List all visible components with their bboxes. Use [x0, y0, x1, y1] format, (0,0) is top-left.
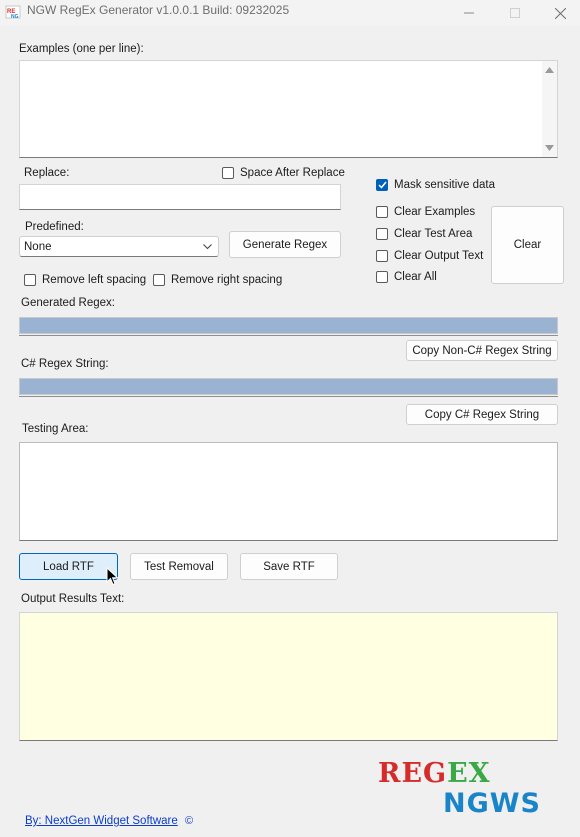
divider: [19, 335, 558, 336]
space-after-replace-label: Space After Replace: [240, 167, 345, 179]
load-rtf-button[interactable]: Load RTF: [19, 553, 118, 580]
predefined-select[interactable]: None: [19, 236, 219, 257]
predefined-selected-value: None: [24, 240, 52, 253]
app-icon: RE NG: [5, 5, 21, 20]
remove-left-spacing-checkbox[interactable]: Remove left spacing: [24, 274, 146, 286]
svg-text:NG: NG: [11, 14, 19, 20]
footer-credit: By: NextGen Widget Software ©: [25, 815, 193, 827]
close-icon: [554, 7, 566, 19]
output-results-textbox[interactable]: [19, 612, 558, 741]
minimize-icon: [464, 12, 474, 14]
examples-textbox[interactable]: [19, 60, 558, 158]
maximize-icon: [510, 8, 520, 18]
ngws-logo: NGWS: [443, 788, 541, 819]
mouse-cursor-icon: [106, 567, 119, 586]
csharp-regex-field[interactable]: [19, 378, 558, 395]
examples-scrollbar[interactable]: [542, 61, 557, 157]
checkbox-box[interactable]: [222, 167, 234, 179]
checkbox-box[interactable]: [153, 274, 165, 286]
generated-regex-field[interactable]: [19, 317, 558, 334]
output-results-label: Output Results Text:: [21, 593, 125, 605]
nextgen-link[interactable]: By: NextGen Widget Software: [25, 815, 178, 827]
generated-regex-label: Generated Regex:: [21, 297, 115, 309]
clear-button[interactable]: Clear: [491, 206, 564, 284]
window-title: NGW RegEx Generator v1.0.0.1 Build: 0923…: [27, 3, 290, 17]
maximize-button[interactable]: [492, 0, 538, 26]
remove-left-spacing-label: Remove left spacing: [42, 274, 147, 286]
checkbox-box[interactable]: [376, 250, 388, 262]
save-rtf-button[interactable]: Save RTF: [240, 553, 338, 580]
testing-area-textbox[interactable]: [19, 442, 558, 541]
regex-logo: REGEX: [378, 758, 491, 789]
clear-examples-label: Clear Examples: [394, 206, 476, 218]
clear-output-text-label: Clear Output Text: [394, 250, 484, 262]
replace-label: Replace:: [24, 167, 70, 179]
checkbox-box[interactable]: [376, 179, 388, 191]
space-after-replace-checkbox[interactable]: Space After Replace: [222, 167, 345, 179]
test-removal-button[interactable]: Test Removal: [130, 553, 228, 580]
checkbox-box[interactable]: [376, 271, 388, 283]
copy-csharp-regex-button[interactable]: Copy C# Regex String: [406, 404, 558, 425]
csharp-regex-label: C# Regex String:: [21, 358, 109, 370]
scroll-down-icon[interactable]: [545, 145, 554, 151]
clear-examples-checkbox[interactable]: Clear Examples: [376, 206, 475, 218]
logo-text-reg: REG: [378, 758, 448, 789]
testing-area-label: Testing Area:: [22, 423, 89, 435]
predefined-label: Predefined:: [25, 221, 84, 233]
copy-non-csharp-regex-button[interactable]: Copy Non-C# Regex String: [406, 340, 558, 361]
clear-output-text-checkbox[interactable]: Clear Output Text: [376, 250, 483, 262]
clear-test-area-label: Clear Test Area: [394, 228, 473, 240]
remove-right-spacing-checkbox[interactable]: Remove right spacing: [153, 274, 282, 286]
copyright-symbol: ©: [184, 815, 194, 827]
generate-regex-button[interactable]: Generate Regex: [229, 231, 341, 258]
clear-all-checkbox[interactable]: Clear All: [376, 271, 437, 283]
check-icon: [377, 181, 387, 189]
scroll-up-icon[interactable]: [545, 67, 554, 73]
checkbox-box[interactable]: [24, 274, 36, 286]
title-bar: RE NG NGW RegEx Generator v1.0.0.1 Build…: [0, 0, 580, 26]
examples-label: Examples (one per line):: [19, 43, 144, 55]
close-button[interactable]: [537, 0, 580, 26]
checkbox-box[interactable]: [376, 206, 388, 218]
logo-text-ex: EX: [447, 758, 491, 789]
divider: [19, 396, 558, 397]
mask-sensitive-checkbox[interactable]: Mask sensitive data: [376, 179, 495, 191]
replace-textbox[interactable]: [19, 184, 341, 210]
chevron-down-icon: [203, 244, 212, 250]
clear-test-area-checkbox[interactable]: Clear Test Area: [376, 228, 472, 240]
clear-all-label: Clear All: [394, 271, 437, 283]
checkbox-box[interactable]: [376, 228, 388, 240]
mask-sensitive-label: Mask sensitive data: [394, 179, 495, 191]
remove-right-spacing-label: Remove right spacing: [171, 274, 283, 286]
minimize-button[interactable]: [446, 0, 492, 26]
